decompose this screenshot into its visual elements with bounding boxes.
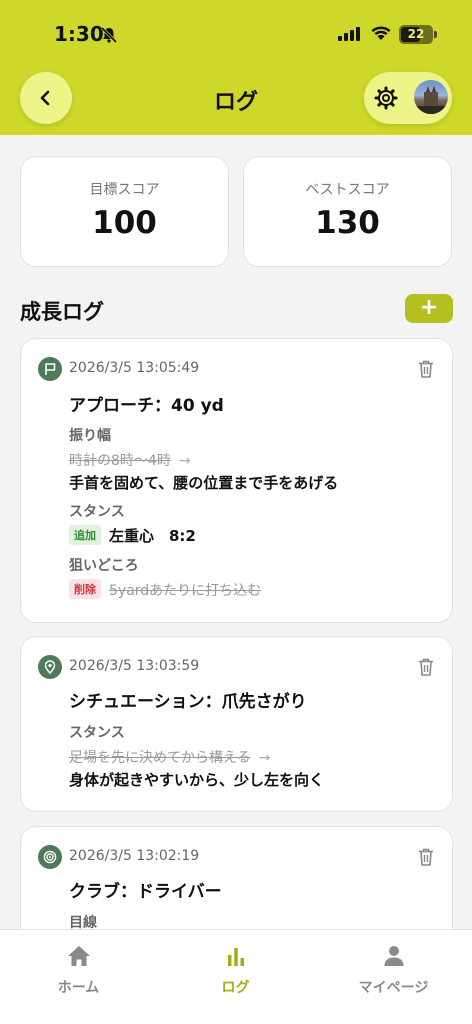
gear-icon[interactable] [374,86,398,110]
signal-icon [338,27,360,41]
bell-muted-icon [100,26,118,44]
old-value: 時計の8時〜4時 → [69,453,191,469]
bottom-tab-bar: ホーム ログ マイページ [0,929,472,1024]
person-icon [384,946,404,966]
tab-label: ホーム [57,980,100,996]
field-label: 狙いどころ [69,558,139,574]
bar-chart-icon [228,948,244,966]
tab-home[interactable]: ホーム [0,930,157,1010]
trash-icon[interactable] [417,657,435,677]
best-score-card: ベストスコア 130 [243,156,452,267]
new-value: 身体が起きやすいから、少し左を向く [69,771,325,789]
added-value: 左重心 8:2 [109,527,196,545]
wifi-icon [371,26,391,40]
location-pin-icon [38,655,62,679]
avatar[interactable] [414,80,448,114]
target-score-value: 100 [92,205,157,241]
field-label: スタンス [69,725,125,741]
best-score-label: ベストスコア [305,182,390,198]
section-title: 成長ログ [20,300,104,324]
target-score-label: 目標スコア [89,182,160,198]
avatar-image [414,85,448,114]
added-field: 追加 左重心 8:2 [69,525,196,546]
new-value: 手首を固めて、腰の位置まで手をあげる [69,474,339,492]
arrow-right-icon: → [258,750,271,766]
log-date: 2026/3/5 13:05:49 [69,360,200,376]
flag-icon [38,357,62,381]
arrow-right-icon: → [178,453,191,469]
field-label: スタンス [69,504,125,520]
status-time: 1:30 [54,22,104,46]
battery-cap [434,31,437,38]
log-title: シチュエーション：爪先さがり [69,692,307,712]
log-title: アプローチ：40 yd [69,396,224,416]
battery-indicator: 22 [399,25,433,44]
trash-icon[interactable] [417,847,435,867]
tab-mypage[interactable]: マイページ [315,930,472,1010]
log-date: 2026/3/5 13:02:19 [69,848,200,864]
battery-level: 22 [407,27,425,41]
added-badge: 追加 [69,525,101,545]
log-date: 2026/3/5 13:03:59 [69,658,200,674]
tab-log[interactable]: ログ [157,930,314,1010]
log-title: クラブ：ドライバー [69,882,222,902]
target-score-card: 目標スコア 100 [20,156,229,267]
target-icon [38,845,62,869]
field-label: 振り幅 [69,428,111,444]
old-value: 足場を先に決めてから構える → [69,750,271,766]
log-card[interactable]: 2026/3/5 13:05:49 アプローチ：40 yd 振り幅 時計の8時〜… [20,338,453,623]
add-log-button[interactable]: + [405,294,453,323]
deleted-badge: 削除 [69,579,101,599]
tab-label: マイページ [358,980,429,996]
log-card[interactable]: 2026/3/5 13:03:59 シチュエーション：爪先さがり スタンス 足場… [20,636,453,812]
deleted-field: 削除 5yardあたりに打ち込む [69,579,261,600]
trash-icon[interactable] [417,359,435,379]
deleted-value: 5yardあたりに打ち込む [109,583,262,599]
tab-label: ログ [221,980,250,996]
best-score-value: 130 [315,205,380,241]
home-icon [68,946,90,966]
